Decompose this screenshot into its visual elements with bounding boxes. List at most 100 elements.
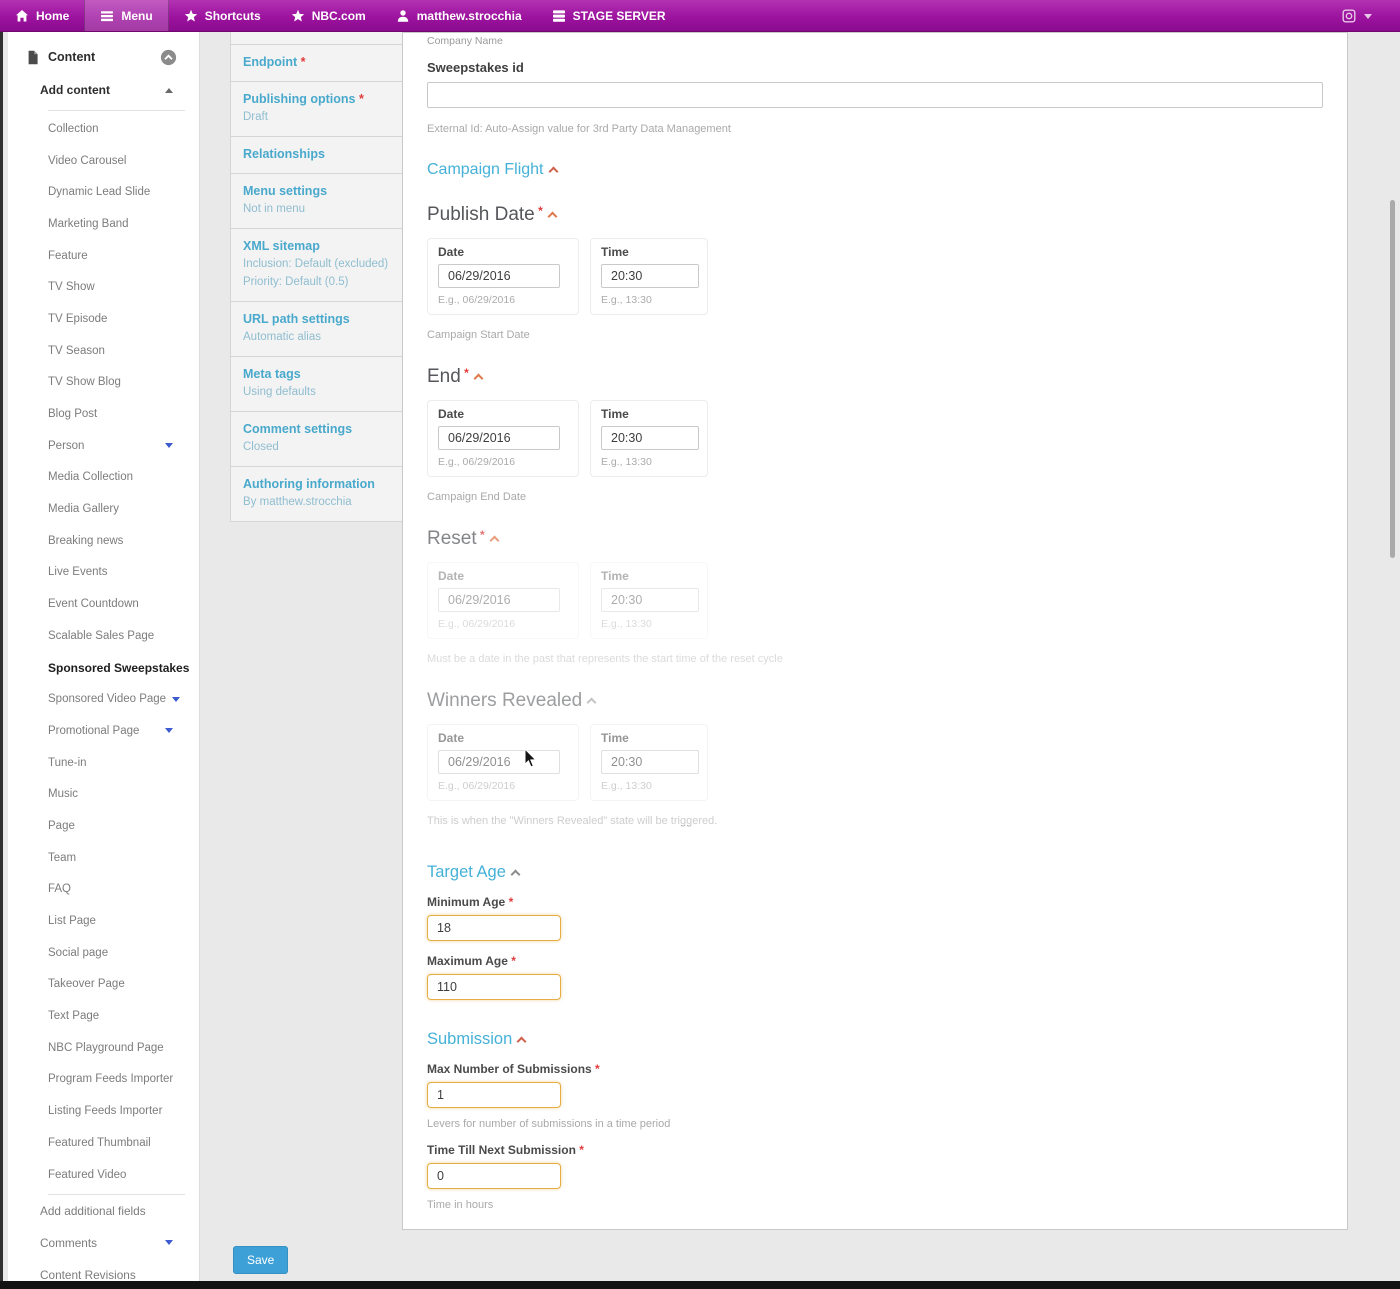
chevron-up-icon[interactable]	[473, 374, 483, 384]
sidebar-item-takeover-page[interactable]: Takeover Page	[18, 969, 199, 1001]
sidebar-item-content-revisions[interactable]: Content Revisions	[18, 1259, 199, 1281]
toolbar-item-matthew-strocchia[interactable]: matthew.strocchia	[381, 0, 537, 31]
sidebar-item-program-feeds-importer[interactable]: Program Feeds Importer	[18, 1064, 199, 1096]
reset-time-input[interactable]	[601, 588, 699, 612]
sidebar-item-media-gallery[interactable]: Media Gallery	[18, 493, 199, 525]
required-marker: *	[576, 1143, 584, 1157]
chevron-up-icon[interactable]	[587, 698, 597, 708]
group-link-submission[interactable]: Submission	[427, 1030, 512, 1048]
time-column: TimeE.g., 13:30	[590, 238, 708, 315]
vertical-tab-relationships[interactable]: Relationships	[230, 136, 403, 174]
sidebar-item-nbc-playground-page[interactable]: NBC Playground Page	[18, 1032, 199, 1064]
reset-date-input[interactable]	[438, 588, 560, 612]
vertical-tab-title: Analytics	[243, 32, 390, 33]
vertical-tab-authoring-information[interactable]: Authoring informationBy matthew.strocchi…	[230, 466, 403, 522]
sidebar-item-tv-show[interactable]: TV Show	[18, 271, 199, 303]
sidebar-item-marketing-band[interactable]: Marketing Band	[18, 208, 199, 240]
date-section-heading: Reset *	[427, 528, 1323, 550]
sidebar-item-label: Comments	[40, 1236, 97, 1250]
sidebar-item-collection[interactable]: Collection	[18, 113, 199, 145]
sidebar-item-media-collection[interactable]: Media Collection	[18, 462, 199, 494]
sidebar-item-tv-episode[interactable]: TV Episode	[18, 303, 199, 335]
sidebar-item-tune-in[interactable]: Tune-in	[18, 747, 199, 779]
vertical-tab-publishing-options[interactable]: Publishing options *Draft	[230, 81, 403, 137]
sidebar-item-label: Live Events	[48, 566, 107, 578]
group-link-target-age[interactable]: Target Age	[427, 863, 506, 881]
sidebar-item-tv-show-blog[interactable]: TV Show Blog	[18, 367, 199, 399]
vertical-tab-title: URL path settings	[243, 312, 390, 327]
sidebar-item-list-page[interactable]: List Page	[18, 905, 199, 937]
max-number-of-submissions-input[interactable]	[427, 1082, 561, 1108]
chevron-down-icon[interactable]	[165, 1240, 173, 1245]
sidebar-item-featured-thumbnail[interactable]: Featured Thumbnail	[18, 1127, 199, 1159]
required-marker: *	[505, 895, 513, 909]
campaign-flight-link[interactable]: Campaign Flight	[427, 161, 544, 178]
scrollbar-thumb[interactable]	[1390, 200, 1395, 558]
vertical-tab-endpoint[interactable]: Endpoint *	[230, 44, 403, 82]
vertical-tab-xml-sitemap[interactable]: XML sitemapInclusion: Default (excluded)…	[230, 228, 403, 302]
sidebar-item-music[interactable]: Music	[18, 778, 199, 810]
minimum-age-input[interactable]	[427, 915, 561, 941]
publish-date-date-input[interactable]	[438, 264, 560, 288]
sidebar-item-blog-post[interactable]: Blog Post	[18, 398, 199, 430]
chevron-down-icon[interactable]	[1364, 14, 1372, 19]
chevron-up-icon[interactable]	[510, 870, 520, 880]
sidebar-item-breaking-news[interactable]: Breaking news	[18, 525, 199, 557]
sidebar-item-label: Takeover Page	[48, 978, 125, 990]
maximum-age-input[interactable]	[427, 974, 561, 1000]
sidebar-item-social-page[interactable]: Social page	[18, 937, 199, 969]
date-section-end: End *DateE.g., 06/29/2016TimeE.g., 13:30…	[427, 366, 1323, 503]
sidebar-item-listing-feeds-importer[interactable]: Listing Feeds Importer	[18, 1095, 199, 1127]
sidebar-item-text-page[interactable]: Text Page	[18, 1000, 199, 1032]
sidebar-item-person[interactable]: Person	[18, 430, 199, 462]
sidebar-item-live-events[interactable]: Live Events	[18, 557, 199, 589]
save-button[interactable]: Save	[233, 1246, 288, 1274]
sweepstakes-id-input[interactable]	[427, 82, 1323, 108]
toolbar-item-home[interactable]: Home	[0, 0, 84, 31]
environment-icon[interactable]	[1342, 9, 1356, 23]
content-type-list: CollectionVideo CarouselDynamic Lead Sli…	[18, 113, 199, 1190]
time-till-next-submission-input[interactable]	[427, 1163, 561, 1189]
end-date-input[interactable]	[438, 426, 560, 450]
collapse-circle-icon[interactable]	[160, 49, 177, 66]
sidebar-item-sponsored-video-page[interactable]: Sponsored Video Page	[18, 683, 199, 715]
sidebar-item-tv-season[interactable]: TV Season	[18, 335, 199, 367]
winners-revealed-time-input[interactable]	[601, 750, 699, 774]
date-column: DateE.g., 06/29/2016	[427, 562, 579, 639]
sidebar-item-feature[interactable]: Feature	[18, 240, 199, 272]
required-marker: *	[461, 366, 469, 380]
sidebar-item-event-countdown[interactable]: Event Countdown	[18, 588, 199, 620]
add-content-toggle[interactable]: Add content	[18, 74, 199, 106]
toolbar-item-shortcuts[interactable]: Shortcuts	[169, 0, 276, 31]
sidebar-item-scalable-sales-page[interactable]: Scalable Sales Page	[18, 620, 199, 652]
sidebar-item-promotional-page[interactable]: Promotional Page	[18, 715, 199, 747]
vertical-tab-url-path-settings[interactable]: URL path settingsAutomatic alias	[230, 301, 403, 357]
chevron-up-icon[interactable]	[489, 536, 499, 546]
chevron-up-icon[interactable]	[548, 167, 558, 177]
chevron-up-icon[interactable]	[547, 212, 557, 222]
sidebar-item-faq[interactable]: FAQ	[18, 874, 199, 906]
sweepstakes-id-label: Sweepstakes id	[427, 60, 1323, 75]
time-till-next-submission-label: Time Till Next Submission *	[427, 1143, 1323, 1157]
vertical-tab-meta-tags[interactable]: Meta tagsUsing defaults	[230, 356, 403, 412]
chevron-up-icon[interactable]	[517, 1037, 527, 1047]
sidebar-item-page[interactable]: Page	[18, 810, 199, 842]
sidebar-item-video-carousel[interactable]: Video Carousel	[18, 145, 199, 177]
toolbar-item-stage-server[interactable]: STAGE SERVER	[537, 0, 681, 31]
sidebar-item-sponsored-sweepstakes[interactable]: Sponsored Sweepstakes	[18, 652, 199, 684]
chevron-down-icon[interactable]	[172, 697, 180, 702]
toolbar-item-menu[interactable]: Menu	[84, 0, 168, 31]
sidebar-item-add-additional-fields[interactable]: Add additional fields	[18, 1195, 199, 1227]
publish-date-time-input[interactable]	[601, 264, 699, 288]
sidebar-item-team[interactable]: Team	[18, 842, 199, 874]
sidebar-item-featured-video[interactable]: Featured Video	[18, 1159, 199, 1191]
sidebar-item-dynamic-lead-slide[interactable]: Dynamic Lead Slide	[18, 176, 199, 208]
chevron-down-icon[interactable]	[165, 728, 173, 733]
end-time-input[interactable]	[601, 426, 699, 450]
sidebar-item-comments[interactable]: Comments	[18, 1227, 199, 1259]
winners-revealed-date-input[interactable]	[438, 750, 560, 774]
chevron-down-icon[interactable]	[165, 443, 173, 448]
vertical-tab-menu-settings[interactable]: Menu settingsNot in menu	[230, 173, 403, 229]
toolbar-item-nbc-com[interactable]: NBC.com	[276, 0, 381, 31]
vertical-tab-comment-settings[interactable]: Comment settingsClosed	[230, 411, 403, 467]
